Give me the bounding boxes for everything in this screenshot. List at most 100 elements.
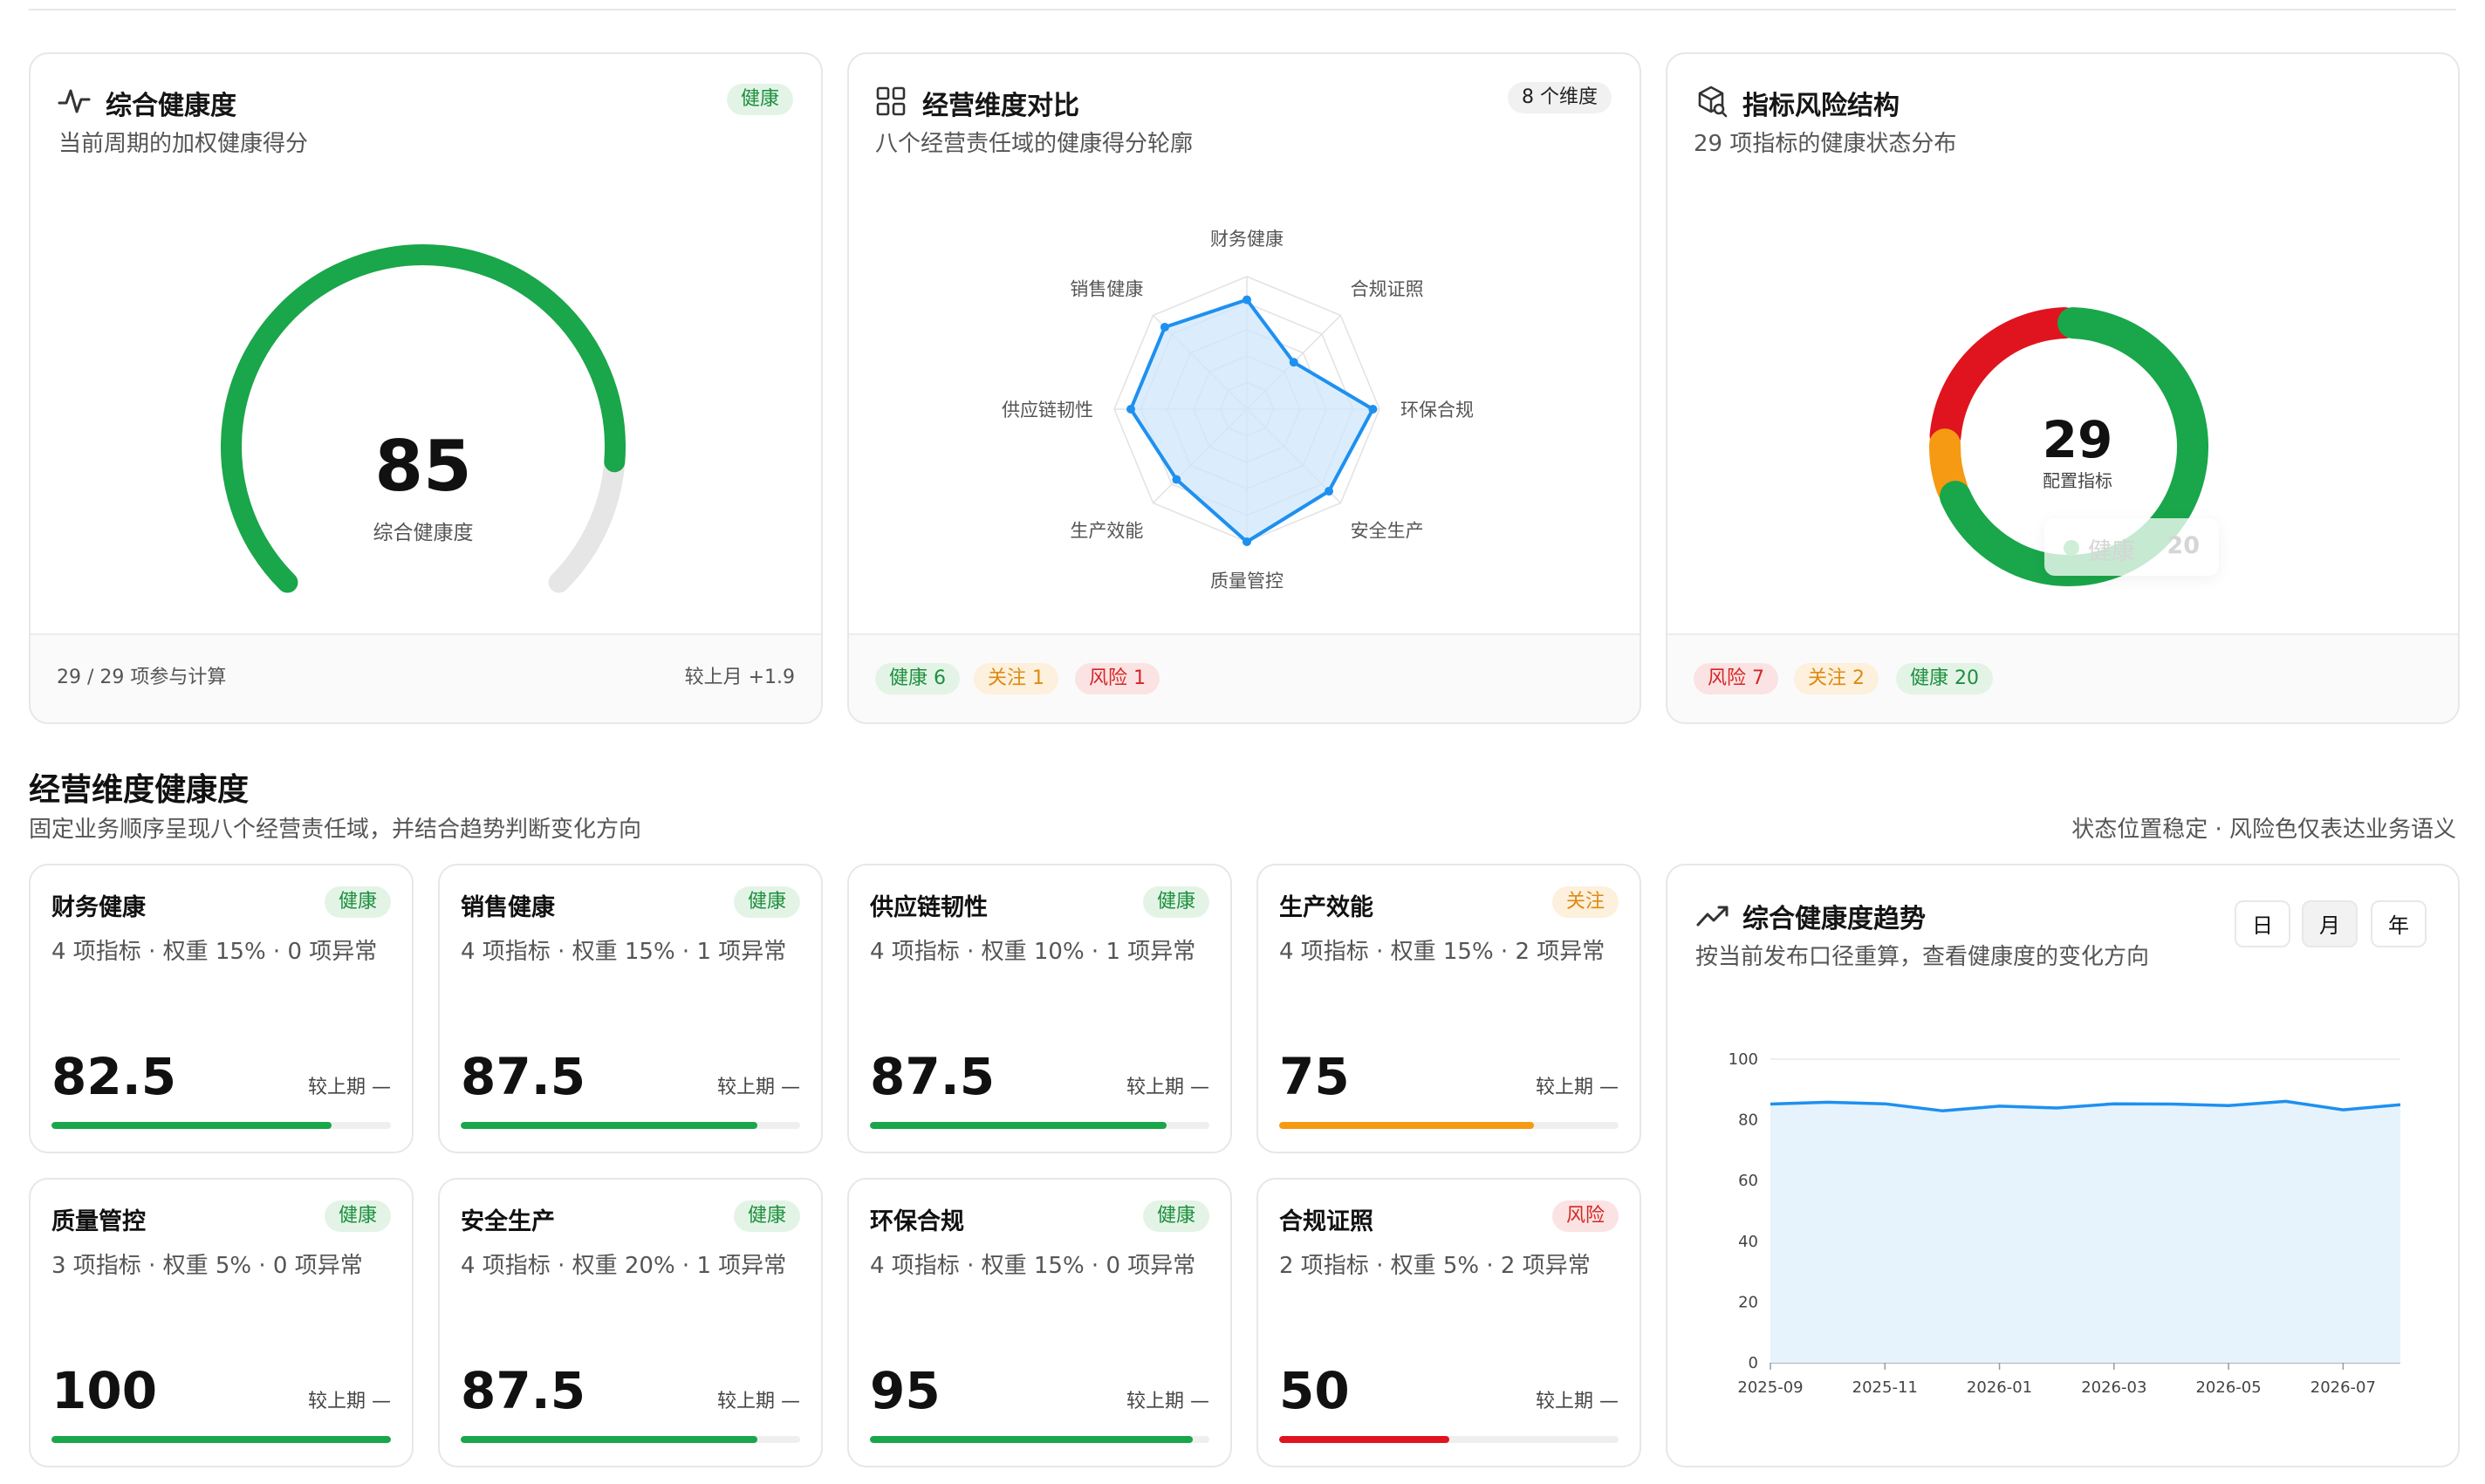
dimension-name: 安全生产	[461, 1208, 555, 1235]
dimension-meta: 4 项指标 · 权重 15% · 0 项异常	[51, 939, 378, 965]
overall-footer-change: 较上月 +1.9	[684, 667, 795, 688]
dimension-name: 销售健康	[461, 894, 555, 921]
dimension-card[interactable]: 财务健康 健康 4 项指标 · 权重 15% · 0 项异常 82.5 较上期 …	[29, 864, 414, 1153]
radar-point[interactable]	[1242, 537, 1251, 546]
trend-point[interactable]	[2111, 1100, 2118, 1107]
radar-point[interactable]	[1242, 295, 1251, 304]
trend-y-tick-label: 0	[1749, 1354, 1758, 1372]
dimension-name: 财务健康	[51, 894, 146, 921]
dimension-compare: 较上期 —	[717, 1077, 800, 1098]
trend-point[interactable]	[2397, 1101, 2404, 1108]
dimension-score: 87.5	[461, 1047, 586, 1106]
radar-point[interactable]	[1289, 358, 1298, 367]
radar-legend-healthy: 健康 6	[875, 663, 960, 694]
dimension-progress-track	[870, 1122, 1209, 1129]
trend-point[interactable]	[2225, 1102, 2232, 1109]
radar-axis-label: 供应链韧性	[1002, 400, 1093, 421]
top-divider	[29, 9, 2456, 10]
dimension-progress-track	[870, 1436, 1209, 1443]
tooltip-swatch	[2064, 540, 2079, 556]
dimension-name: 供应链韧性	[870, 894, 988, 921]
risk-legend-watch: 关注 2	[1794, 663, 1879, 694]
trend-point[interactable]	[1767, 1101, 1774, 1108]
dimension-card[interactable]: 供应链韧性 健康 4 项指标 · 权重 10% · 1 项异常 87.5 较上期…	[847, 864, 1232, 1153]
overall-title: 综合健康度	[106, 91, 236, 121]
dimension-score: 87.5	[461, 1361, 586, 1420]
trend-x-tick-label: 2026-01	[1967, 1378, 2032, 1397]
radar-axis-label: 环保合规	[1400, 400, 1474, 421]
overall-health-card: 综合健康度 健康 当前周期的加权健康得分 85 综合健康度 29 / 29 项参…	[29, 52, 823, 724]
dimension-compare: 较上期 —	[1536, 1391, 1619, 1412]
dimension-status-badge: 健康	[733, 1200, 800, 1232]
dimension-compare: 较上期 —	[308, 1391, 391, 1412]
trend-point[interactable]	[1939, 1107, 1946, 1114]
dimension-score: 95	[870, 1361, 941, 1420]
trend-point[interactable]	[2167, 1101, 2174, 1108]
radar-axis-label: 生产效能	[1070, 521, 1143, 542]
dimension-progress-track	[1279, 1436, 1619, 1443]
section-subtitle: 固定业务顺序呈现八个经营责任域，并结合趋势判断变化方向	[29, 817, 642, 843]
trend-point[interactable]	[1824, 1098, 1831, 1105]
dimension-compare: 较上期 —	[308, 1077, 391, 1098]
overall-score: 85	[374, 426, 471, 507]
trend-point[interactable]	[2283, 1098, 2290, 1104]
trend-point[interactable]	[1996, 1103, 2003, 1110]
trend-x-tick-label: 2026-05	[2195, 1378, 2261, 1397]
risk-subtitle: 29 项指标的健康状态分布	[1694, 131, 1957, 157]
risk-footer: 风险 7 关注 2 健康 20	[1667, 633, 2458, 722]
trend-y-tick-label: 80	[1738, 1111, 1758, 1130]
dimension-progress-fill	[51, 1122, 332, 1129]
dimension-status-badge: 风险	[1551, 1200, 1619, 1232]
overall-footer-count: 29 / 29 项参与计算	[57, 667, 227, 688]
dimension-card[interactable]: 环保合规 健康 4 项指标 · 权重 15% · 0 项异常 95 较上期 —	[847, 1178, 1232, 1467]
trend-point[interactable]	[2339, 1106, 2346, 1113]
dimension-progress-fill	[51, 1436, 391, 1443]
trend-area	[1770, 1101, 2400, 1363]
trend-point[interactable]	[2053, 1104, 2060, 1111]
risk-title: 指标风险结构	[1742, 91, 1900, 121]
trend-point[interactable]	[1881, 1100, 1888, 1107]
dimension-score: 50	[1279, 1361, 1350, 1420]
risk-structure-card: 指标风险结构 29 项指标的健康状态分布 29 配置指标 健康 20 风险 7 …	[1666, 52, 2460, 724]
pulse-icon	[58, 89, 91, 113]
dimension-name: 合规证照	[1279, 1208, 1373, 1235]
dimension-name: 生产效能	[1279, 894, 1373, 921]
trend-y-tick-label: 40	[1738, 1233, 1758, 1251]
dimension-meta: 4 项指标 · 权重 20% · 1 项异常	[461, 1253, 787, 1279]
dimension-progress-track	[51, 1122, 391, 1129]
radar-series-area	[1129, 297, 1375, 544]
dimension-card[interactable]: 生产效能 关注 4 项指标 · 权重 15% · 2 项异常 75 较上期 —	[1256, 864, 1641, 1153]
dimension-card[interactable]: 合规证照 风险 2 项指标 · 权重 5% · 2 项异常 50 较上期 —	[1256, 1178, 1641, 1467]
radar-footer: 健康 6 关注 1 风险 1	[849, 633, 1640, 722]
donut-tooltip: 健康 20	[2044, 518, 2219, 576]
radar-point[interactable]	[1325, 487, 1334, 496]
donut-total-label: 配置指标	[2043, 470, 2112, 491]
radar-point[interactable]	[1160, 322, 1169, 332]
trend-x-tick-label: 2025-11	[1852, 1378, 1918, 1397]
radar-point[interactable]	[1172, 475, 1181, 484]
dimension-progress-fill	[1279, 1122, 1534, 1129]
overall-gauge: 85 综合健康度	[221, 243, 626, 593]
dimension-card[interactable]: 质量管控 健康 3 项指标 · 权重 5% · 0 项异常 100 较上期 —	[29, 1178, 414, 1467]
radar-axis-label: 合规证照	[1351, 278, 1424, 299]
dimension-card[interactable]: 销售健康 健康 4 项指标 · 权重 15% · 1 项异常 87.5 较上期 …	[438, 864, 823, 1153]
section-note: 状态位置稳定 · 风险色仅表达业务语义	[2071, 817, 2456, 843]
dimension-card[interactable]: 安全生产 健康 4 项指标 · 权重 20% · 1 项异常 87.5 较上期 …	[438, 1178, 823, 1467]
dimension-meta: 4 项指标 · 权重 15% · 2 项异常	[1279, 939, 1605, 965]
section-title: 经营维度健康度	[29, 772, 250, 808]
dimension-meta: 3 项指标 · 权重 5% · 0 项异常	[51, 1253, 363, 1279]
trend-chart: 0 20 40 60 80 100 2025-09 2025-11 2026-01 2026-03…	[1729, 1050, 2404, 1397]
radar-axis-label: 安全生产	[1351, 521, 1424, 542]
dimension-score: 75	[1279, 1047, 1350, 1106]
overall-footer: 29 / 29 项参与计算 较上月 +1.9	[31, 633, 821, 722]
dimension-progress-fill	[870, 1122, 1167, 1129]
radar-point[interactable]	[1126, 405, 1135, 414]
dimension-compare: 较上期 —	[1126, 1077, 1209, 1098]
radar-point[interactable]	[1368, 405, 1378, 414]
dimension-compare: 较上期 —	[1126, 1391, 1209, 1412]
dimension-status-badge: 健康	[1142, 1200, 1209, 1232]
overall-status-badge: 健康	[726, 84, 793, 115]
dimension-name: 环保合规	[870, 1208, 964, 1235]
trend-x-tick-label: 2026-07	[2310, 1378, 2376, 1397]
radar-axis-label: 质量管控	[1210, 571, 1284, 592]
